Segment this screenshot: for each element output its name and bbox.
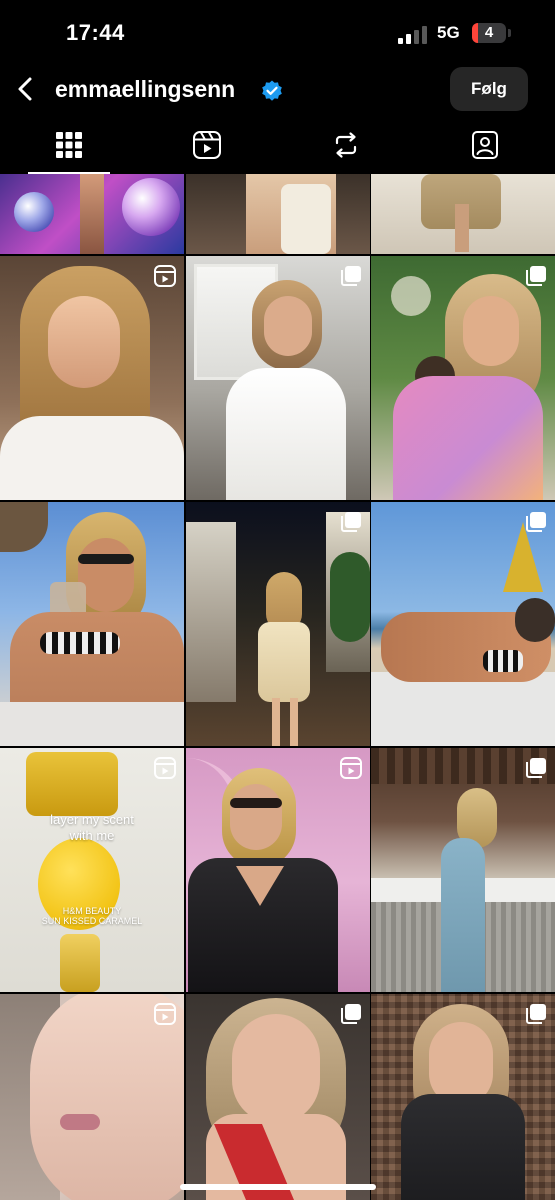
back-button[interactable] (12, 72, 40, 106)
overlay-product: SUN KISSED CARAMEL (41, 916, 143, 926)
carousel-icon (526, 266, 546, 286)
carousel-icon (341, 266, 361, 286)
overlay-caption-line1: layer my scent (50, 812, 134, 827)
tab-reposts[interactable] (277, 122, 415, 174)
network-type: 5G (437, 23, 460, 42)
reel-icon (154, 757, 176, 779)
grid-post[interactable]: layer my scent with me H&M BEAUTY SUN KI… (0, 748, 184, 992)
reel-icon (340, 757, 362, 779)
grid-post[interactable] (0, 994, 184, 1200)
profile-header: emmaellingsenn Følg (0, 66, 555, 116)
grid-post[interactable] (371, 174, 555, 254)
grid-post[interactable] (186, 174, 370, 254)
tab-tagged[interactable] (416, 122, 554, 174)
tab-reels[interactable] (138, 122, 276, 174)
grid-post[interactable] (371, 748, 555, 992)
repost-icon (335, 132, 357, 158)
grid-post[interactable] (186, 994, 370, 1200)
grid-post[interactable] (0, 256, 184, 500)
reel-icon (154, 1003, 176, 1025)
reels-icon (193, 131, 221, 159)
tab-posts-grid[interactable] (0, 122, 138, 174)
profile-tabs (0, 122, 555, 174)
overlay-brand: H&M BEAUTY (62, 906, 122, 916)
carousel-icon (526, 1004, 546, 1024)
grid-post[interactable] (0, 174, 184, 254)
home-indicator[interactable] (180, 1184, 376, 1190)
grid-post[interactable] (371, 256, 555, 500)
grid-icon (56, 132, 82, 158)
tagged-icon (472, 131, 498, 159)
grid-post[interactable] (0, 502, 184, 746)
status-bar: 17:44 5G 4 (0, 0, 555, 66)
battery-level: 4 (484, 24, 494, 41)
carousel-icon (526, 512, 546, 532)
profile-username: emmaellingsenn (55, 76, 236, 102)
grid-post[interactable] (186, 748, 370, 992)
grid-post[interactable] (371, 502, 555, 746)
grid-post[interactable] (186, 502, 370, 746)
grid-post[interactable] (186, 256, 370, 500)
overlay-caption-line2: with me (69, 828, 115, 843)
cellular-signal-icon (398, 24, 430, 44)
carousel-icon (341, 512, 361, 532)
reel-icon (154, 265, 176, 287)
status-time: 17:44 (66, 20, 125, 45)
follow-button[interactable]: Følg (450, 67, 528, 111)
grid-post[interactable] (371, 994, 555, 1200)
battery-icon: 4 (472, 23, 506, 43)
back-arrow-icon (18, 77, 32, 101)
verified-badge-icon (260, 79, 284, 103)
carousel-icon (526, 758, 546, 778)
carousel-icon (341, 1004, 361, 1024)
